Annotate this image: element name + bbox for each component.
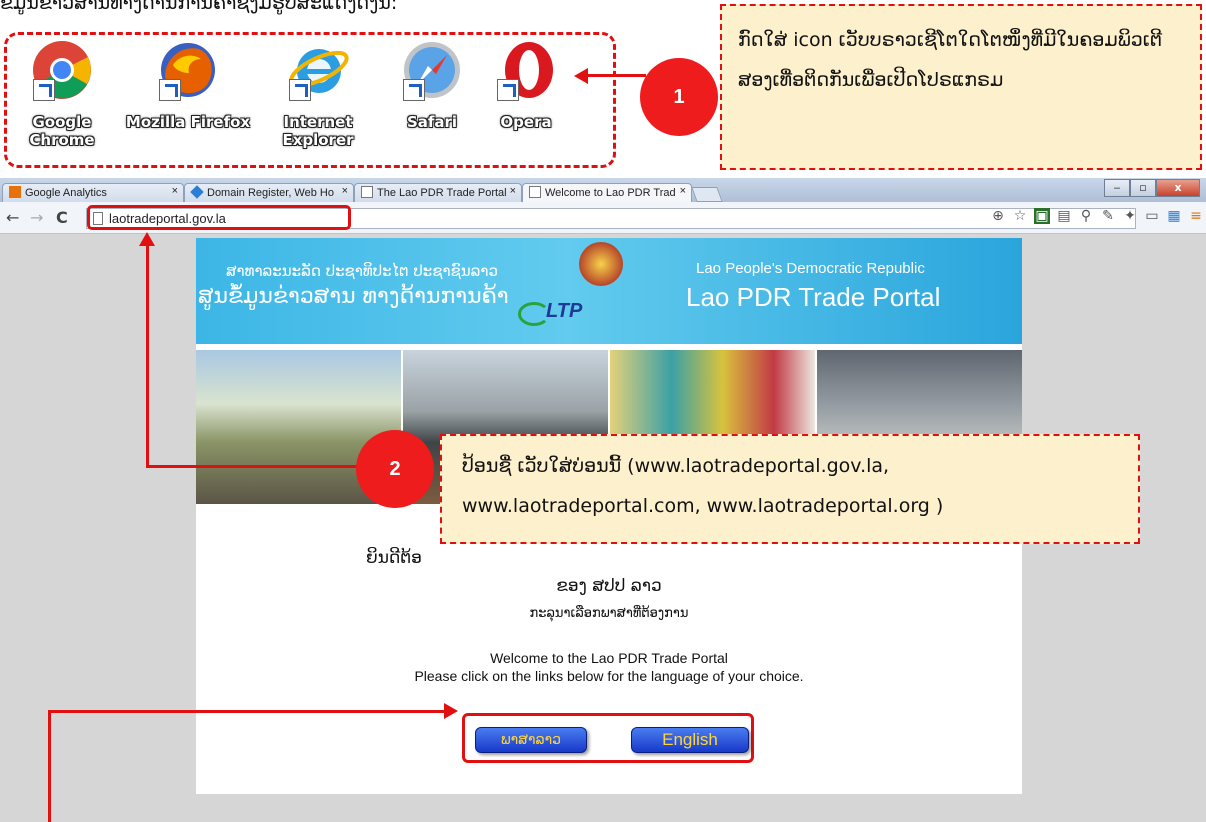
tab-close-icon[interactable]: × xyxy=(172,185,178,197)
opera-icon xyxy=(495,39,557,101)
desktop-icon-label: Google xyxy=(32,113,92,131)
tab-google-analytics[interactable]: Google Analytics × xyxy=(2,183,184,202)
step-1-badge: 1 xyxy=(640,58,718,136)
desktop-icon-label: Safari xyxy=(406,113,458,131)
arrow-line xyxy=(582,74,646,77)
minimize-icon[interactable]: ‒ xyxy=(1104,179,1130,197)
arrow-head-icon xyxy=(444,703,458,719)
welcome-lao-line-1: ຍິນດີຕ້ອ xyxy=(366,548,422,568)
desktop-icon-label: Internet xyxy=(283,113,353,131)
national-emblem-icon xyxy=(579,242,623,286)
maximize-icon[interactable]: ▫ xyxy=(1130,179,1156,197)
reload-button[interactable]: C xyxy=(56,208,68,227)
extension-icon[interactable]: ✦ xyxy=(1122,208,1138,224)
eyedropper-icon[interactable]: ✎ xyxy=(1100,208,1116,224)
arrow-line xyxy=(146,236,149,468)
tab-title: Google Analytics xyxy=(25,187,107,199)
shortcut-arrow-icon xyxy=(403,79,425,101)
desktop-icon-opera[interactable]: Opera xyxy=(481,39,571,131)
tab-title: The Lao PDR Trade Portal xyxy=(377,187,507,199)
desktop-icon-safari[interactable]: Safari xyxy=(387,39,477,131)
shortcut-arrow-icon xyxy=(159,79,181,101)
back-button[interactable]: ← xyxy=(6,208,19,227)
menu-icon[interactable]: ≡ xyxy=(1188,208,1204,224)
page-icon xyxy=(361,186,373,198)
language-buttons-highlight: ພາສາລາວ English xyxy=(462,713,754,763)
desktop-icons-group: Google Chrome Mozilla Firefox Internet E… xyxy=(4,32,616,168)
banner-lao-title: ສູນຂໍ້ມູນຂ່າວສານ ທາງດ້ານການຄ້າ xyxy=(198,284,509,309)
desktop-icon-label: Mozilla Firefox xyxy=(125,113,251,131)
welcome-en-line-2: Please click on the links below for the … xyxy=(414,668,804,684)
extension-icon[interactable]: ▭ xyxy=(1144,208,1160,224)
desktop-icon-chrome[interactable]: Google Chrome xyxy=(17,39,107,149)
tab-close-icon[interactable]: × xyxy=(342,185,348,197)
welcome-lao-line-2: ຂອງ ສປປ ລາວ xyxy=(556,576,662,596)
banner-en-subtitle: Lao People's Democratic Republic xyxy=(696,260,925,277)
safari-icon xyxy=(401,39,463,101)
chrome-icon xyxy=(31,39,93,101)
desktop-icon-firefox[interactable]: Mozilla Firefox xyxy=(123,39,253,131)
step-2-badge: 2 xyxy=(356,430,434,508)
shortcut-arrow-icon xyxy=(289,79,311,101)
zoom-icon[interactable]: ⊕ xyxy=(990,208,1006,224)
welcome-lao-line-3: ກະລຸນາເລືອກພາສາທີ່ຕ້ອງການ xyxy=(529,606,689,621)
tab-welcome-lao-pdr[interactable]: Welcome to Lao PDR Trad × xyxy=(522,183,692,202)
desktop-icon-label: Opera xyxy=(500,113,552,131)
analytics-icon xyxy=(9,186,21,198)
tab-title: Domain Register, Web Ho xyxy=(207,187,334,199)
ltp-logo: LTP xyxy=(517,300,583,326)
banner-en-title: Lao PDR Trade Portal xyxy=(686,282,941,312)
address-bar-highlight xyxy=(87,205,351,230)
desktop-icon-label: Chrome xyxy=(29,131,95,149)
desktop-icon-label: Explorer xyxy=(282,131,354,149)
tab-close-icon[interactable]: × xyxy=(680,185,686,197)
tab-title: Welcome to Lao PDR Trad xyxy=(545,187,676,199)
arrow-head-icon xyxy=(574,68,588,84)
tab-domain-register[interactable]: Domain Register, Web Ho × xyxy=(184,183,354,202)
shortcut-arrow-icon xyxy=(497,79,519,101)
callout-1-text: ກົດໃສ່ icon ເວັບບຣາວເຊີໂຕໃດໂຕໜຶ່ງທີ່ມີໃນ… xyxy=(738,29,1163,91)
document-heading: ຂໍ້ມູນຂ່າວສານທາງດ້ານການຄ້າຊຶ່ງມີຮູບສະແດງ… xyxy=(0,0,398,14)
extension-icon[interactable]: ▦ xyxy=(1166,208,1182,224)
extension-icon[interactable]: ⚲ xyxy=(1078,208,1094,224)
welcome-en-line-1: Welcome to the Lao PDR Trade Portal xyxy=(490,650,728,666)
banner-lao-subtitle: ສາທາລະນະລັດ ປະຊາທິປະໄຕ ປະຊາຊົນລາວ xyxy=(226,262,498,280)
window-controls: ‒ ▫ x xyxy=(1104,179,1200,197)
callout-2-text: ປ້ອນຊື່ ເວັບໃສ່ບ່ອນນີ້ (www.laotradeport… xyxy=(462,455,944,517)
tab-bar: Google Analytics × Domain Register, Web … xyxy=(0,178,1206,202)
site-banner: ສາທາລະນະລັດ ປະຊາທິປະໄຕ ປະຊາຊົນລາວ ສູນຂໍ້… xyxy=(196,238,1022,344)
page-icon xyxy=(529,186,541,198)
extension-icons: ⊕ ☆ ▣ ▤ ⚲ ✎ ✦ ▭ ▦ ≡ xyxy=(990,208,1204,224)
arrow-line xyxy=(48,710,448,713)
internet-explorer-icon xyxy=(287,39,349,101)
close-window-icon[interactable]: x xyxy=(1156,179,1200,197)
tab-lao-trade-portal[interactable]: The Lao PDR Trade Portal × xyxy=(354,183,522,202)
new-tab-button[interactable] xyxy=(691,187,723,202)
extension-icon[interactable]: ▣ xyxy=(1034,208,1050,224)
desktop-icon-internet-explorer[interactable]: Internet Explorer xyxy=(273,39,363,149)
forward-button[interactable]: → xyxy=(30,208,43,227)
callout-1: ກົດໃສ່ icon ເວັບບຣາວເຊີໂຕໃດໂຕໜຶ່ງທີ່ມີໃນ… xyxy=(720,4,1202,170)
lao-language-button[interactable]: ພາສາລາວ xyxy=(475,727,587,753)
diamond-icon xyxy=(190,185,204,199)
extension-icon[interactable]: ▤ xyxy=(1056,208,1072,224)
english-language-button[interactable]: English xyxy=(631,727,749,753)
callout-2: ປ້ອນຊື່ ເວັບໃສ່ບ່ອນນີ້ (www.laotradeport… xyxy=(440,434,1140,544)
arrow-head-icon xyxy=(139,232,155,246)
tab-close-icon[interactable]: × xyxy=(510,185,516,197)
star-icon[interactable]: ☆ xyxy=(1012,208,1028,224)
shortcut-arrow-icon xyxy=(33,79,55,101)
firefox-icon xyxy=(157,39,219,101)
arrow-line xyxy=(48,710,51,822)
